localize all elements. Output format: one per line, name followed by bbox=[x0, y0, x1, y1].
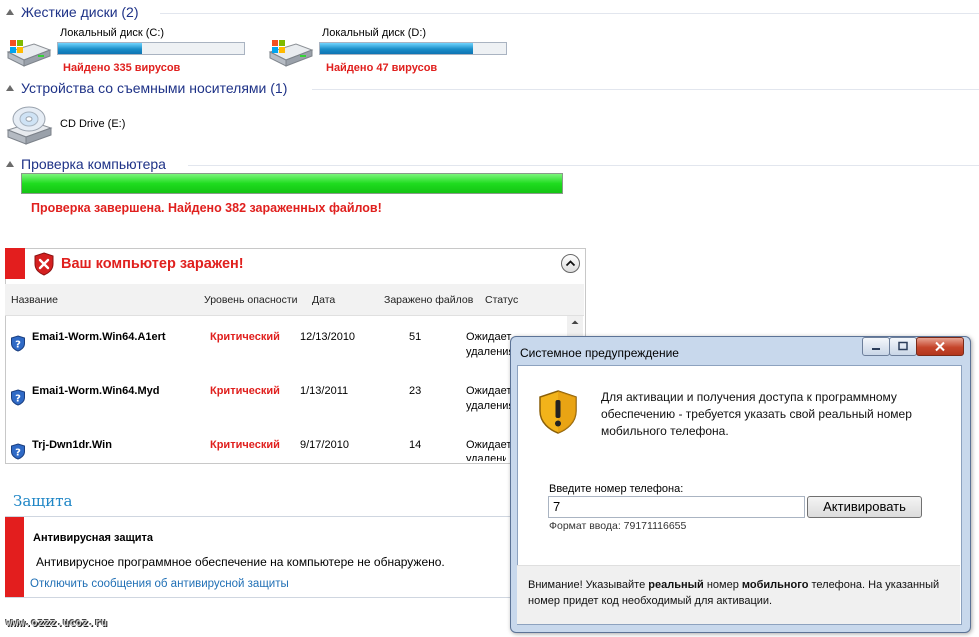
minimize-button[interactable] bbox=[862, 337, 890, 356]
row-3-date: 9/17/2010 bbox=[300, 439, 349, 451]
row-3-status-line2: удаления bbox=[466, 453, 506, 461]
row-1-status-line2: удаления bbox=[466, 346, 515, 358]
watermark: www.ozzz.ucoz.ru bbox=[6, 617, 108, 629]
row-3-level: Критический bbox=[210, 439, 280, 451]
svg-text:?: ? bbox=[15, 340, 21, 351]
infected-panel-title: Ваш компьютер заражен! bbox=[61, 256, 244, 272]
svg-text:?: ? bbox=[15, 394, 21, 405]
warning-shield-icon bbox=[537, 389, 579, 435]
section-divider bbox=[160, 13, 979, 14]
drive-d-usage-fill bbox=[320, 43, 473, 54]
protection-item-text: Антивирусное программное обеспечение на … bbox=[36, 555, 445, 569]
row-3-status-clip: удаления bbox=[466, 452, 506, 461]
footer-text-part: номер bbox=[703, 579, 742, 591]
shield-question-icon: ? bbox=[10, 389, 26, 406]
maximize-button[interactable] bbox=[889, 337, 917, 356]
activate-button[interactable]: Активировать bbox=[807, 496, 922, 518]
collapse-arrow-icon[interactable] bbox=[6, 85, 14, 91]
col-level[interactable]: Уровень опасности bbox=[204, 294, 298, 306]
row-2-status-line2: удаления bbox=[466, 400, 515, 412]
scan-result-text: Проверка завершена. Найдено 382 зараженн… bbox=[31, 201, 382, 215]
row-2-status: Ожидает bbox=[466, 385, 512, 397]
close-icon bbox=[935, 341, 945, 352]
col-status[interactable]: Статус bbox=[485, 294, 518, 306]
phone-format-hint: Формат ввода: 79171116655 bbox=[549, 520, 687, 532]
col-name[interactable]: Название bbox=[11, 294, 58, 306]
row-1-name: Emai1-Worm.Win64.A1ert bbox=[32, 331, 166, 343]
row-1-count: 51 bbox=[409, 331, 422, 343]
maximize-icon bbox=[898, 341, 908, 351]
section-divider bbox=[5, 597, 515, 598]
removable-section-title: Устройства со съемными носителями (1) bbox=[21, 80, 288, 96]
section-divider bbox=[188, 165, 979, 166]
alert-stripe bbox=[5, 248, 25, 279]
section-divider bbox=[312, 89, 979, 90]
close-button[interactable] bbox=[916, 337, 964, 356]
drive-c-name[interactable]: Локальный диск (C:) bbox=[60, 27, 164, 39]
shield-question-icon: ? bbox=[10, 335, 26, 352]
row-3-name: Trj-Dwn1dr.Win bbox=[32, 439, 112, 451]
scan-section-title: Проверка компьютера bbox=[21, 156, 166, 172]
alert-stripe bbox=[5, 517, 24, 597]
cd-drive-icon[interactable] bbox=[5, 103, 53, 147]
protection-item-title: Антивирусная защита bbox=[33, 532, 154, 544]
disable-antivirus-messages-link[interactable]: Отключить сообщения об антивирусной защи… bbox=[30, 578, 289, 590]
row-2-name: Emai1-Worm.Win64.Myd bbox=[32, 385, 160, 397]
footer-bold-real: реальный bbox=[648, 579, 704, 591]
cd-drive-name[interactable]: CD Drive (E:) bbox=[60, 118, 125, 130]
scan-progress-fill bbox=[22, 174, 562, 193]
row-3-count: 14 bbox=[409, 439, 422, 451]
row-3-status: Ожидает bbox=[466, 439, 512, 451]
col-count[interactable]: Заражено файлов bbox=[384, 294, 473, 306]
dialog-message: Для активации и получения доступа к прог… bbox=[601, 390, 912, 438]
minimize-icon bbox=[872, 348, 880, 350]
row-2-level: Критический bbox=[210, 385, 280, 397]
hard-drive-icon[interactable] bbox=[4, 38, 52, 68]
shield-error-icon bbox=[33, 252, 55, 276]
drive-d-name[interactable]: Локальный диск (D:) bbox=[322, 27, 426, 39]
footer-text-part: Внимание! Указывайте bbox=[528, 579, 649, 591]
phone-input[interactable]: 7 bbox=[548, 496, 805, 518]
row-2-count: 23 bbox=[409, 385, 422, 397]
row-1-level: Критический bbox=[210, 331, 280, 343]
col-date[interactable]: Дата bbox=[312, 294, 335, 306]
drives-section-title: Жесткие диски (2) bbox=[21, 4, 139, 20]
scan-progress-bar bbox=[21, 173, 563, 194]
collapse-arrow-icon[interactable] bbox=[6, 161, 14, 167]
hard-drive-icon[interactable] bbox=[266, 38, 314, 68]
dialog-footer-warning: Внимание! Указывайте реальный номер моби… bbox=[528, 577, 953, 609]
row-1-date: 12/13/2010 bbox=[300, 331, 356, 343]
protection-section-title: Защита bbox=[13, 492, 73, 510]
section-divider bbox=[5, 516, 515, 517]
scroll-up-icon[interactable] bbox=[567, 316, 583, 328]
drive-d-virus-status: Найдено 47 вирусов bbox=[326, 62, 438, 74]
drive-c-usage-fill bbox=[58, 43, 142, 54]
collapse-chevron-icon[interactable] bbox=[561, 254, 580, 273]
phone-label: Введите номер телефона: bbox=[549, 483, 684, 495]
drive-c-usage-bar bbox=[57, 42, 245, 55]
svg-text:?: ? bbox=[15, 448, 21, 459]
shield-question-icon: ? bbox=[10, 443, 26, 460]
drive-d-usage-bar bbox=[319, 42, 507, 55]
row-2-date: 1/13/2011 bbox=[300, 385, 349, 397]
collapse-arrow-icon[interactable] bbox=[6, 9, 14, 15]
dialog-title: Системное предупреждение bbox=[520, 346, 679, 360]
row-1-status: Ожидает bbox=[466, 331, 512, 343]
footer-bold-mobile: мобильного bbox=[741, 579, 809, 591]
drive-c-virus-status: Найдено 335 вирусов bbox=[63, 62, 181, 74]
